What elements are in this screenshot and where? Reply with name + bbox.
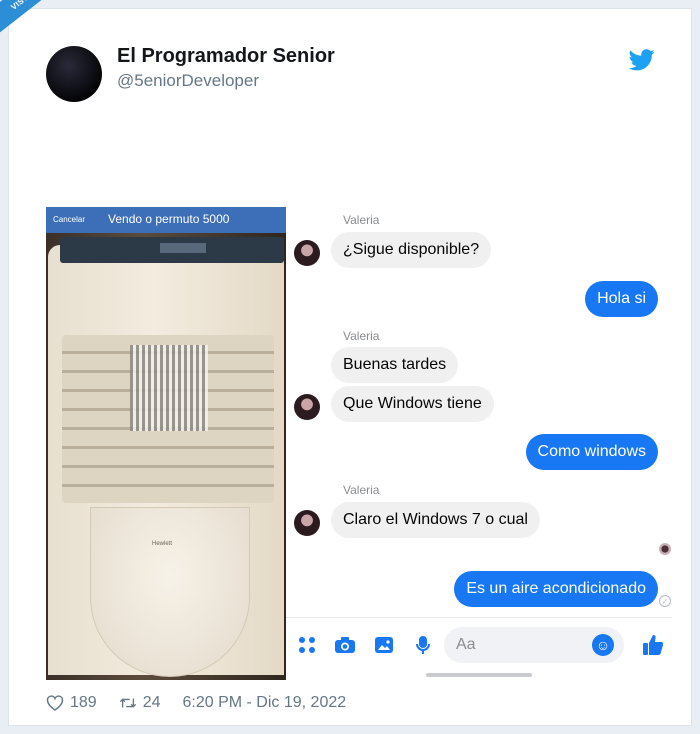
message-bubble-outgoing[interactable]: Hola si (585, 281, 658, 317)
camera-icon[interactable] (334, 634, 356, 656)
author-avatar[interactable] (46, 46, 102, 102)
image-icon[interactable] (373, 634, 395, 656)
sender-avatar (294, 394, 320, 420)
product-logo: Hewlett (152, 541, 173, 547)
like-count: 189 (70, 694, 97, 711)
sent-check-icon: ✓ (659, 595, 671, 607)
message-input[interactable]: Aa ☺ (444, 627, 624, 663)
home-indicator (426, 673, 532, 677)
mic-icon[interactable] (412, 634, 434, 656)
sender-name: Valeria (343, 483, 380, 497)
author-name[interactable]: El Programador Senior (117, 45, 335, 68)
message-bubble-incoming[interactable]: Que Windows tiene (331, 386, 494, 422)
twitter-bird-icon[interactable] (629, 49, 655, 71)
emoji-icon[interactable]: ☺ (592, 634, 614, 656)
air-conditioner-control-panel (60, 237, 284, 263)
cancel-button[interactable]: Cancelar (53, 215, 85, 224)
sender-name: Valeria (343, 329, 380, 343)
tweet-timestamp[interactable]: 6:20 PM - Dic 19, 2022 (183, 694, 347, 712)
message-bubble-incoming[interactable]: Buenas tardes (331, 347, 459, 383)
air-conditioner-vent (130, 345, 208, 431)
retweet-icon[interactable] (119, 694, 137, 712)
tweet-card: El Programador Senior @5eniorDeveloper C… (8, 8, 692, 726)
message-input-placeholder: Aa (456, 636, 476, 653)
apps-icon[interactable] (296, 634, 318, 656)
message-bubble-outgoing[interactable]: Es un aire acondicionado (454, 571, 658, 607)
message-bubble-outgoing[interactable]: Como windows (525, 434, 658, 470)
thumbs-up-icon[interactable] (642, 634, 664, 656)
listing-photo: Cancelar Vendo o permuto 5000 Hewlett (46, 207, 286, 680)
sender-avatar (294, 510, 320, 536)
listing-header: Cancelar Vendo o permuto 5000 (46, 207, 286, 233)
message-bubble-incoming[interactable]: ¿Sigue disponible? (331, 232, 492, 268)
tweet-footer: 189 24 6:20 PM - Dic 19, 2022 (46, 693, 346, 713)
air-conditioner-front-panel (90, 507, 250, 677)
sender-avatar (294, 240, 320, 266)
heart-icon[interactable] (46, 694, 64, 712)
messenger-chat: Valeria ¿Sigue disponible? Hola si Valer… (286, 207, 672, 680)
message-bubble-incoming[interactable]: Claro el Windows 7 o cual (331, 502, 540, 538)
message-composer: Aa ☺ (286, 617, 672, 671)
retweet-count: 24 (142, 694, 161, 711)
seen-indicator-icon (659, 543, 671, 555)
sender-name: Valeria (343, 213, 380, 227)
author-handle[interactable]: @5eniorDeveloper (117, 71, 259, 91)
listing-title: Vendo o permuto 5000 (108, 212, 230, 226)
